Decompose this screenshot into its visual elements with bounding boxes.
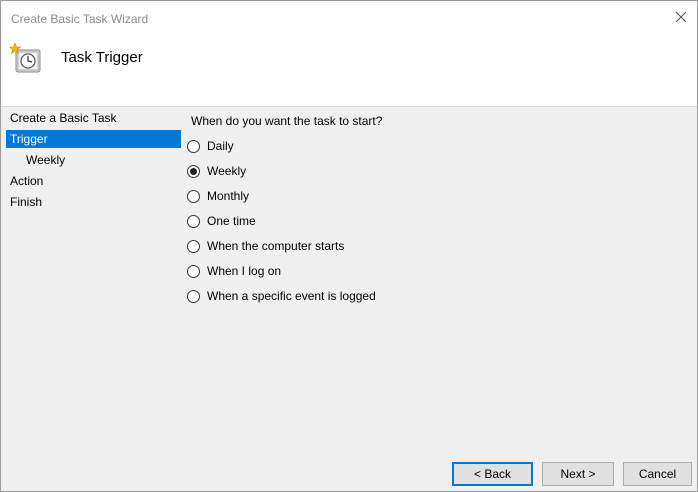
option-computer-starts[interactable]: When the computer starts [187, 236, 344, 256]
step-finish[interactable]: Finish [6, 193, 181, 211]
page-heading: Task Trigger [61, 49, 143, 66]
radio-button[interactable] [187, 264, 200, 278]
window-title: Create Basic Task Wizard [11, 12, 149, 26]
option-label: When a specific event is logged [207, 289, 376, 303]
wizard-header: Task Trigger [1, 34, 697, 107]
step-action[interactable]: Action [6, 172, 181, 190]
title-bar: Create Basic Task Wizard [1, 1, 697, 34]
option-label: Monthly [207, 189, 250, 203]
next-button[interactable]: Next > [542, 462, 614, 486]
radio-button[interactable] [187, 214, 200, 228]
option-label: One time [207, 214, 256, 228]
step-trigger[interactable]: Trigger [6, 130, 181, 148]
option-daily[interactable]: Daily [187, 136, 234, 156]
wizard-window: Create Basic Task Wizard Task Trigger Cr… [0, 0, 698, 492]
cancel-button[interactable]: Cancel [623, 462, 692, 486]
option-weekly[interactable]: Weekly [187, 161, 246, 181]
option-event-logged[interactable]: When a specific event is logged [187, 286, 376, 306]
option-label: When the computer starts [207, 239, 345, 253]
back-button[interactable]: < Back [452, 462, 533, 486]
option-log-on[interactable]: When I log on [187, 261, 281, 281]
task-scheduler-icon [9, 42, 41, 73]
option-label: When I log on [207, 264, 282, 278]
option-label: Weekly [207, 164, 247, 178]
close-icon[interactable] [673, 9, 689, 25]
option-label: Daily [207, 139, 234, 153]
option-one-time[interactable]: One time [187, 211, 256, 231]
radio-button[interactable] [187, 239, 200, 253]
radio-button[interactable] [187, 289, 200, 303]
question-label: When do you want the task to start? [191, 114, 383, 128]
step-weekly[interactable]: Weekly [6, 151, 181, 169]
radio-button[interactable] [187, 189, 200, 203]
radio-button[interactable] [187, 139, 200, 153]
radio-button-checked[interactable] [187, 164, 200, 178]
step-create-basic-task[interactable]: Create a Basic Task [6, 109, 181, 127]
option-monthly[interactable]: Monthly [187, 186, 249, 206]
wizard-steps-nav: Create a Basic Task Trigger Weekly Actio… [2, 108, 182, 488]
